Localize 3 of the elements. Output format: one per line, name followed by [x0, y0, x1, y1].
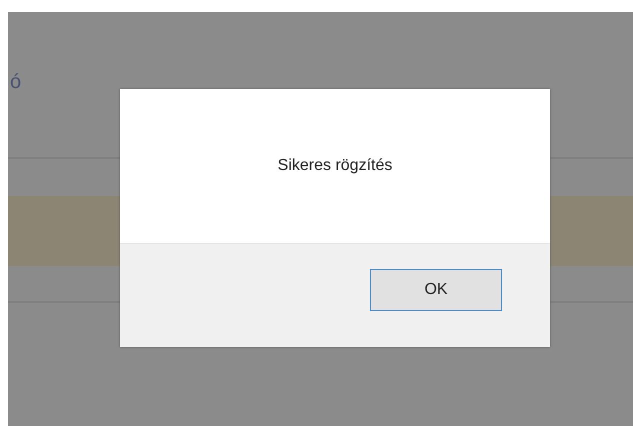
ok-button[interactable]: OK — [370, 268, 502, 310]
dialog-message: Sikeres rögzítés — [278, 157, 392, 175]
field-label: ó — [9, 72, 22, 92]
